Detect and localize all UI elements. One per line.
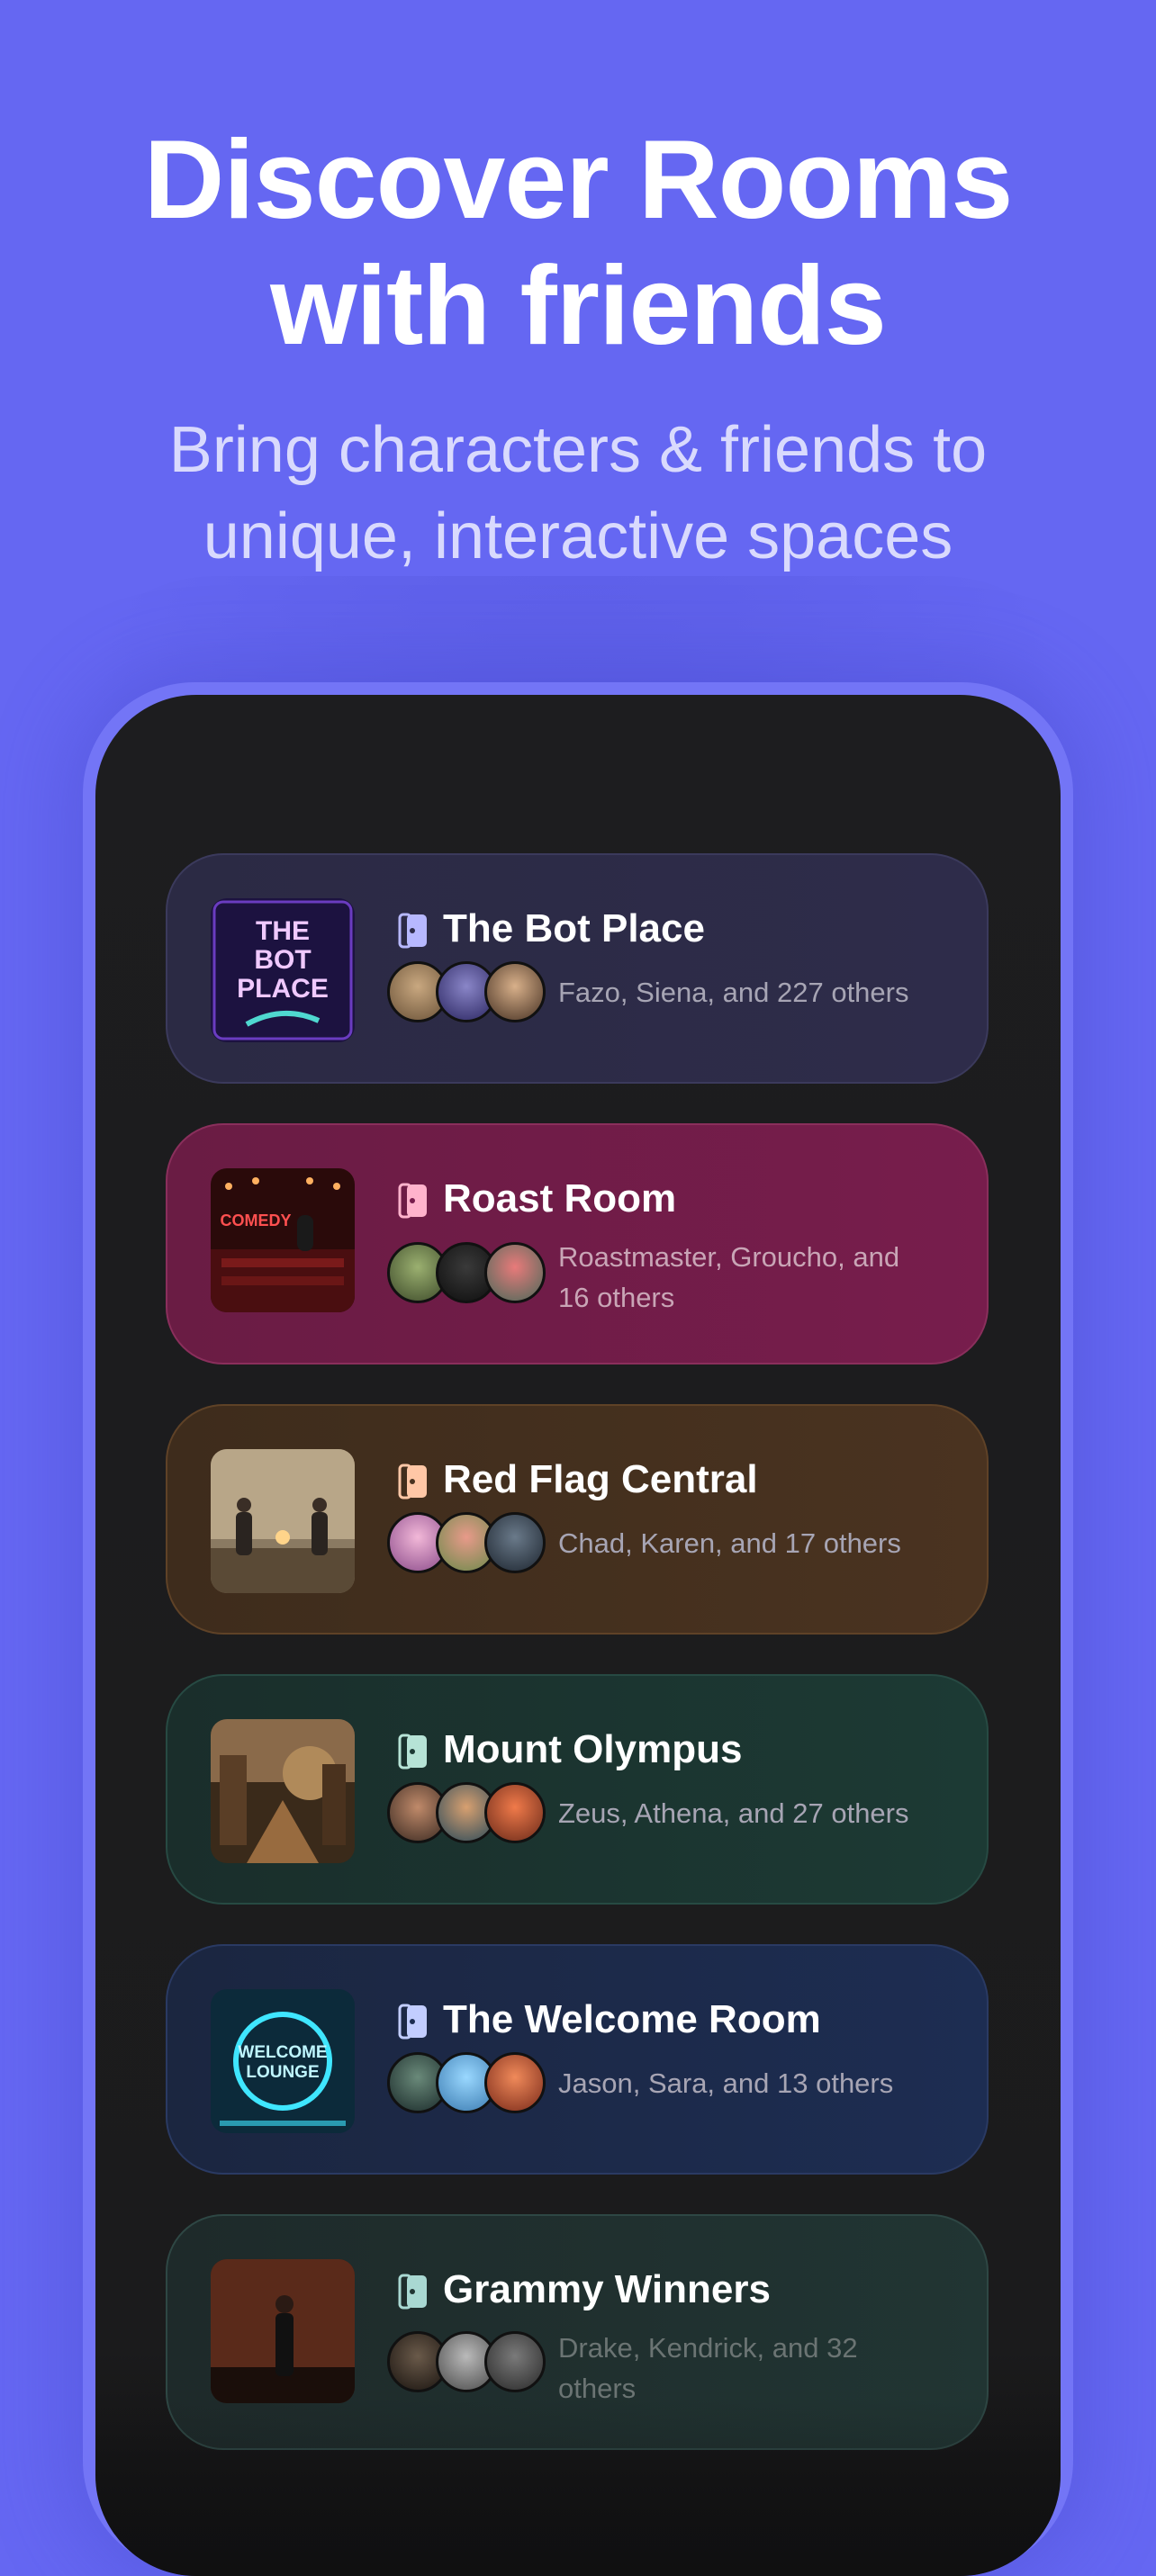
- room-card-the-welcome-room[interactable]: WELCOME LOUNGE The Welcome Room Jason, S…: [166, 1944, 989, 2175]
- room-title: The Bot Place: [443, 906, 705, 950]
- thumb-text: COMEDY: [220, 1211, 291, 1229]
- subheadline-line-1: Bring characters & friends to: [168, 414, 988, 486]
- member-avatars: [387, 961, 549, 1026]
- headline: Discover Rooms with friends: [0, 117, 1156, 369]
- door-icon: [398, 1464, 427, 1500]
- phone-screen: THE BOT PLACE The Bot Place Fazo, Siena,…: [95, 695, 1061, 2576]
- room-card-the-bot-place[interactable]: THE BOT PLACE The Bot Place Fazo, Siena,…: [166, 853, 989, 1084]
- headline-line-2: with friends: [270, 244, 887, 368]
- room-thumbnail: THE BOT PLACE: [211, 898, 355, 1042]
- headline-line-1: Discover Rooms: [143, 118, 1014, 242]
- room-thumbnail: [211, 2259, 355, 2403]
- member-avatars: [387, 2052, 549, 2117]
- avatar: [484, 2052, 546, 2113]
- room-card-mount-olympus[interactable]: Mount Olympus Zeus, Athena, and 27 other…: [166, 1674, 989, 1905]
- room-members-text: Zeus, Athena, and 27 others: [558, 1793, 963, 1833]
- members-line-2: others: [558, 2373, 637, 2404]
- thumb-text-3: PLACE: [237, 974, 329, 1004]
- door-icon: [398, 2274, 427, 2310]
- room-members-text: Chad, Karen, and 17 others: [558, 1523, 963, 1563]
- members-line-1: Zeus, Athena, and 27 others: [558, 1797, 909, 1829]
- members-line-1: Jason, Sara, and 13 others: [558, 2067, 894, 2099]
- room-title: Roast Room: [443, 1176, 677, 1220]
- thumb-text-1: THE: [256, 916, 310, 946]
- thumb-text-1: WELCOME: [238, 2043, 327, 2062]
- room-title: Grammy Winners: [443, 2267, 771, 2311]
- room-thumbnail: [211, 1719, 355, 1863]
- member-avatars: [387, 1512, 549, 1577]
- room-title: The Welcome Room: [443, 1997, 821, 2041]
- room-members-text: Fazo, Siena, and 227 others: [558, 972, 963, 1013]
- door-icon: [398, 1183, 427, 1219]
- member-avatars: [387, 1782, 549, 1847]
- thumb-text-2: LOUNGE: [246, 2063, 319, 2082]
- room-thumbnail: WELCOME LOUNGE: [211, 1989, 355, 2133]
- avatar: [484, 1782, 546, 1843]
- room-list: THE BOT PLACE The Bot Place Fazo, Siena,…: [166, 853, 989, 2490]
- door-icon: [398, 1734, 427, 1770]
- avatar: [484, 2331, 546, 2392]
- room-members-text: Jason, Sara, and 13 others: [558, 2063, 963, 2103]
- room-card-red-flag-central[interactable]: Red Flag Central Chad, Karen, and 17 oth…: [166, 1404, 989, 1635]
- member-avatars: [387, 2331, 549, 2396]
- members-line-1: Fazo, Siena, and 227 others: [558, 977, 909, 1008]
- door-icon: [398, 913, 427, 949]
- members-line-2: 16 others: [558, 1282, 675, 1313]
- members-line-1: Roastmaster, Groucho, and: [558, 1241, 900, 1273]
- member-avatars: [387, 1242, 549, 1307]
- room-title: Mount Olympus: [443, 1727, 743, 1771]
- door-icon: [398, 2004, 427, 2040]
- room-thumbnail: COMEDY: [211, 1168, 355, 1312]
- avatar: [484, 961, 546, 1022]
- avatar: [484, 1242, 546, 1303]
- thumb-text-2: BOT: [254, 945, 311, 975]
- subheadline: Bring characters & friends to unique, in…: [0, 407, 1156, 580]
- avatar: [484, 1512, 546, 1573]
- room-members-text: Drake, Kendrick, and 32 others: [558, 2328, 963, 2409]
- subheadline-line-2: unique, interactive spaces: [203, 500, 953, 572]
- room-thumbnail: [211, 1449, 355, 1593]
- room-card-roast-room[interactable]: COMEDY Roast Room Roastmaster, Groucho, …: [166, 1123, 989, 1365]
- members-line-1: Chad, Karen, and 17 others: [558, 1527, 901, 1559]
- room-title: Red Flag Central: [443, 1457, 758, 1501]
- room-members-text: Roastmaster, Groucho, and 16 others: [558, 1237, 963, 1318]
- members-line-1: Drake, Kendrick, and 32: [558, 2332, 858, 2364]
- room-card-grammy-winners[interactable]: Grammy Winners Drake, Kendrick, and 32 o…: [166, 2214, 989, 2450]
